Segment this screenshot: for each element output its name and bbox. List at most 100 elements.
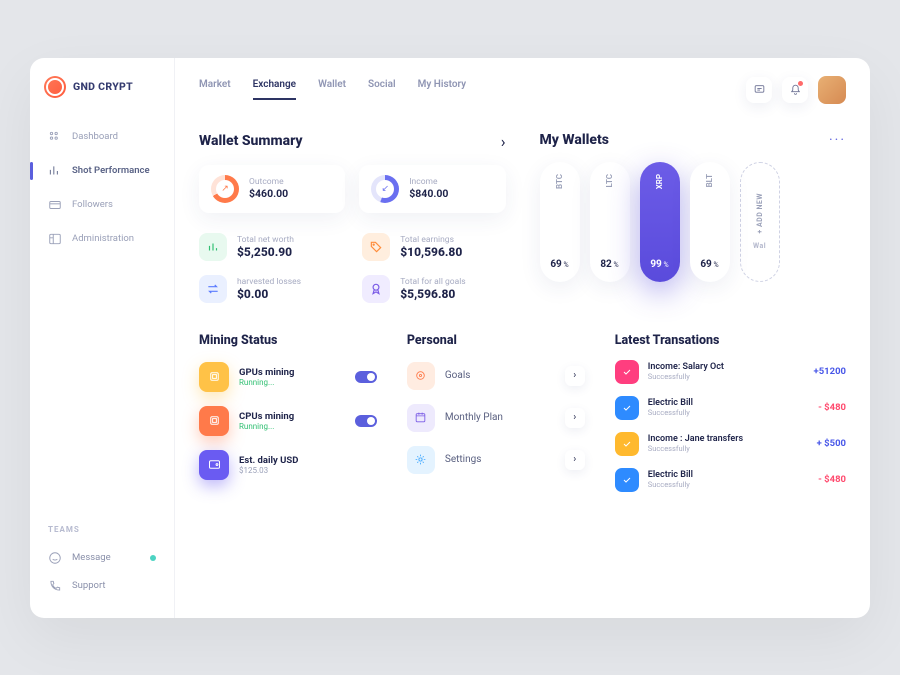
teams-item-support[interactable]: Support bbox=[30, 572, 174, 600]
wallet-pill-ltc[interactable]: LTC 82 % bbox=[590, 162, 630, 282]
teams-item-label: Support bbox=[72, 580, 106, 591]
stat-earnings: Total earnings$10,596.80 bbox=[362, 233, 505, 261]
income-value: $840.00 bbox=[409, 187, 448, 200]
sidebar-item-label: Administration bbox=[72, 233, 134, 244]
tx-sub: Successfully bbox=[648, 480, 693, 489]
tx-amount: - $480 bbox=[818, 402, 846, 413]
layout-icon bbox=[48, 232, 62, 246]
wallet-name: BTC bbox=[555, 174, 564, 189]
transaction-icon bbox=[615, 396, 639, 420]
wallet-pill-blt[interactable]: BLT69 % bbox=[690, 162, 730, 282]
wallet-pill-xrp[interactable]: XRP99 % bbox=[640, 162, 680, 282]
transaction-icon bbox=[615, 432, 639, 456]
chip-icon bbox=[199, 362, 229, 392]
chevron-right-icon[interactable]: › bbox=[565, 450, 585, 470]
tx-sub: Successfully bbox=[648, 444, 743, 453]
summary-next-button[interactable]: › bbox=[501, 132, 506, 151]
tx-amount: - $480 bbox=[818, 474, 846, 485]
wallet-add-button[interactable]: + ADD NEWWal bbox=[740, 162, 780, 282]
teams-item-message[interactable]: Message bbox=[30, 544, 174, 572]
arrow-down-left-icon: ↙ bbox=[371, 175, 399, 203]
gear-icon bbox=[407, 446, 435, 474]
wallet-pct: 99 % bbox=[650, 259, 668, 270]
stat-losses: harvested losses$0.00 bbox=[199, 275, 342, 303]
topbar: Market Exchange Wallet Social My History bbox=[199, 76, 846, 104]
mining-status: Mining Status GPUs miningRunning... CPUs… bbox=[199, 333, 377, 492]
wallet-name: LTC bbox=[605, 174, 614, 187]
tab-market[interactable]: Market bbox=[199, 79, 231, 100]
chat-icon bbox=[753, 83, 766, 96]
phone-icon bbox=[48, 579, 62, 593]
swap-icon bbox=[199, 275, 227, 303]
stat-goals: Total for all goals$5,596.80 bbox=[362, 275, 505, 303]
chevron-right-icon[interactable]: › bbox=[565, 366, 585, 386]
personal: Personal Goals › Monthly Plan › Settings… bbox=[407, 333, 585, 492]
transactions: Latest Transations Income: Salary OctSuc… bbox=[615, 333, 846, 492]
sidebar: GND CRYPT Dashboard Shot Performance Fol… bbox=[30, 58, 175, 618]
sidebar-nav: Dashboard Shot Performance Followers Adm… bbox=[30, 122, 174, 254]
income-card[interactable]: ↙ Income $840.00 bbox=[359, 165, 505, 213]
cpu-toggle[interactable] bbox=[355, 415, 377, 427]
add-hint: Wal bbox=[753, 242, 766, 250]
sidebar-item-performance[interactable]: Shot Performance bbox=[38, 156, 166, 186]
wallet-pill-btc[interactable]: BTC 69 % bbox=[540, 162, 580, 282]
tab-social[interactable]: Social bbox=[368, 79, 396, 100]
notifications-button[interactable] bbox=[782, 77, 808, 103]
medal-icon bbox=[362, 275, 390, 303]
avatar[interactable] bbox=[818, 76, 846, 104]
transaction-row[interactable]: Income: Salary OctSuccessfully+51200 bbox=[615, 360, 846, 384]
tx-sub: Successfully bbox=[648, 372, 724, 381]
sidebar-item-dashboard[interactable]: Dashboard bbox=[38, 122, 166, 152]
transaction-row[interactable]: Income : Jane transfersSuccessfully+ $50… bbox=[615, 432, 846, 456]
stat-net-worth: Total net worth$5,250.90 bbox=[199, 233, 342, 261]
brand-name: GND CRYPT bbox=[73, 80, 133, 93]
brand-logo-icon bbox=[44, 76, 66, 98]
tx-title: Income : Jane transfers bbox=[648, 434, 743, 444]
sidebar-item-label: Followers bbox=[72, 199, 113, 210]
chart-icon bbox=[48, 164, 62, 178]
top-tabs: Market Exchange Wallet Social My History bbox=[199, 79, 466, 100]
personal-settings[interactable]: Settings › bbox=[407, 446, 585, 474]
section-title: Latest Transations bbox=[615, 333, 846, 348]
mine-gpu: GPUs miningRunning... bbox=[199, 362, 377, 392]
transaction-row[interactable]: Electric BillSuccessfully - $480 bbox=[615, 396, 846, 420]
message-icon bbox=[48, 551, 62, 565]
chip-icon bbox=[199, 406, 229, 436]
wallet-pct: 82 % bbox=[600, 259, 618, 270]
wallet-pct: 69 % bbox=[700, 259, 718, 270]
tab-wallet[interactable]: Wallet bbox=[318, 79, 346, 100]
tab-history[interactable]: My History bbox=[418, 79, 467, 100]
sidebar-item-label: Shot Performance bbox=[72, 165, 150, 176]
section-title: My Wallets bbox=[540, 132, 609, 148]
notification-dot-icon bbox=[150, 555, 156, 561]
tx-title: Income: Salary Oct bbox=[648, 362, 724, 372]
wallet-summary: Wallet Summary › ↗ Outcome $460.00 ↙ bbox=[199, 132, 506, 303]
wallets-more-button[interactable]: ··· bbox=[829, 132, 846, 148]
tx-sub: Successfully bbox=[648, 408, 693, 417]
wallet-pct: 69 % bbox=[550, 259, 568, 270]
transaction-row[interactable]: Electric BillSuccessfully- $480 bbox=[615, 468, 846, 492]
chevron-right-icon[interactable]: › bbox=[565, 408, 585, 428]
outcome-label: Outcome bbox=[249, 177, 288, 187]
sidebar-item-label: Dashboard bbox=[72, 131, 118, 142]
personal-goals[interactable]: Goals › bbox=[407, 362, 585, 390]
grid-icon bbox=[48, 130, 62, 144]
chat-button[interactable] bbox=[746, 77, 772, 103]
target-icon bbox=[407, 362, 435, 390]
teams-heading: TEAMS bbox=[30, 525, 174, 544]
outcome-ring-icon: ↗ bbox=[211, 175, 239, 203]
tx-title: Electric Bill bbox=[648, 398, 693, 408]
personal-monthly[interactable]: Monthly Plan › bbox=[407, 404, 585, 432]
section-title: Personal bbox=[407, 333, 585, 348]
gpu-toggle[interactable] bbox=[355, 371, 377, 383]
outcome-card[interactable]: ↗ Outcome $460.00 bbox=[199, 165, 345, 213]
app-window: GND CRYPT Dashboard Shot Performance Fol… bbox=[30, 58, 870, 618]
brand: GND CRYPT bbox=[30, 76, 174, 122]
mine-est: Est. daily USD$125.03 bbox=[199, 450, 377, 480]
sidebar-item-administration[interactable]: Administration bbox=[38, 224, 166, 254]
outcome-value: $460.00 bbox=[249, 187, 288, 200]
section-title: Wallet Summary bbox=[199, 133, 303, 149]
my-wallets: My Wallets ··· BTC 69 % LTC 82 % XRP99 %BLT6… bbox=[540, 132, 847, 303]
tab-exchange[interactable]: Exchange bbox=[253, 79, 296, 100]
sidebar-item-followers[interactable]: Followers bbox=[38, 190, 166, 220]
